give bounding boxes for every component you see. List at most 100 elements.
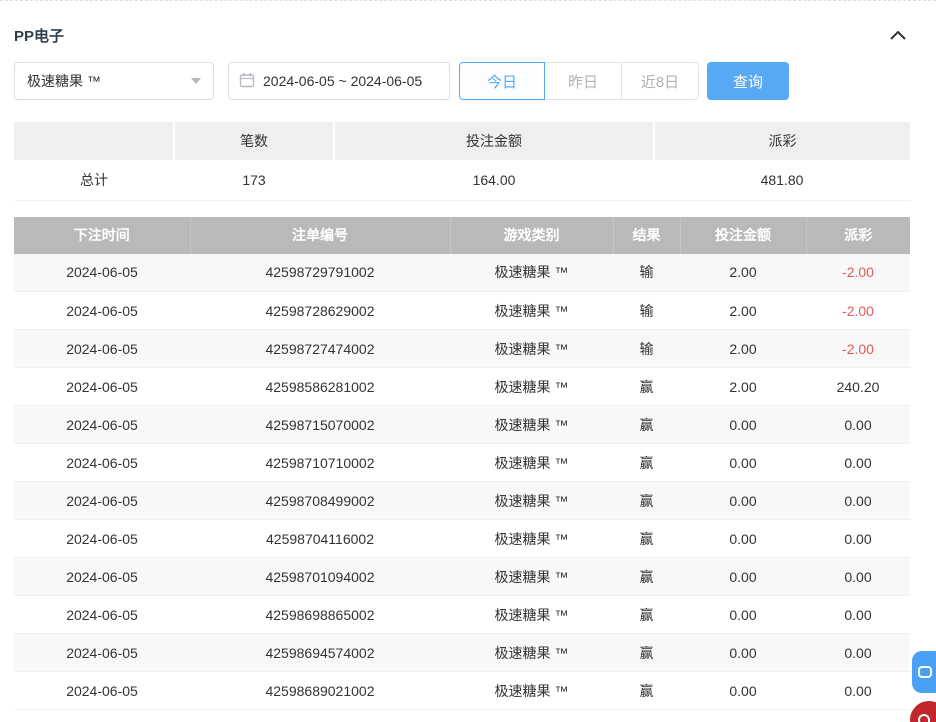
last-8-days-button[interactable]: 近8日: [621, 62, 699, 100]
game-type: 极速糖果 ™: [450, 596, 613, 634]
bet-amount: 0.00: [680, 596, 806, 634]
bet-time: 2024-06-05: [14, 368, 190, 406]
result: 输: [613, 330, 680, 368]
bet-time: 2024-06-05: [14, 596, 190, 634]
bet-amount: 0.00: [680, 520, 806, 558]
table-row: 2024-06-0542598727474002极速糖果 ™输2.00-2.00: [14, 330, 910, 368]
game-type: 极速糖果 ™: [450, 672, 613, 710]
table-row: 2024-06-0542598729791002极速糖果 ™输2.00-2.00: [14, 254, 910, 292]
result: 赢: [613, 520, 680, 558]
bet-time: 2024-06-05: [14, 254, 190, 292]
table-row: 2024-06-0542598701094002极速糖果 ™赢0.000.00: [14, 558, 910, 596]
bet-amount: 0.00: [680, 444, 806, 482]
table-row: 2024-06-0542598704116002极速糖果 ™赢0.000.00: [14, 520, 910, 558]
summary-total-count: 173: [174, 160, 334, 200]
bet-amount: 0.00: [680, 482, 806, 520]
order-id: 42598715070002: [190, 406, 450, 444]
col-header-order-id: 注单编号: [190, 217, 450, 254]
filter-bar: 极速糖果 ™ 2024-06-05 ~ 2024-06-05 今日 昨日 近8日…: [14, 62, 910, 100]
game-type: 极速糖果 ™: [450, 330, 613, 368]
result: 赢: [613, 368, 680, 406]
payout: 0.00: [806, 596, 910, 634]
bet-time: 2024-06-05: [14, 482, 190, 520]
order-id: 42598689021002: [190, 672, 450, 710]
result: 赢: [613, 634, 680, 672]
summary-total-row: 总计 173 164.00 481.80: [14, 160, 910, 200]
chat-bubble-icon: [918, 666, 932, 678]
yesterday-button[interactable]: 昨日: [544, 62, 622, 100]
today-button[interactable]: 今日: [459, 62, 545, 100]
game-type: 极速糖果 ™: [450, 558, 613, 596]
bet-time: 2024-06-05: [14, 330, 190, 368]
col-header-game-type: 游戏类别: [450, 217, 613, 254]
game-type: 极速糖果 ™: [450, 482, 613, 520]
table-body: 2024-06-0542598729791002极速糖果 ™输2.00-2.00…: [14, 254, 910, 710]
col-header-result: 结果: [613, 217, 680, 254]
table-row: 2024-06-0542598728629002极速糖果 ™输2.00-2.00: [14, 292, 910, 330]
payout: 0.00: [806, 520, 910, 558]
chevron-down-icon: [191, 78, 201, 84]
result: 赢: [613, 406, 680, 444]
game-select-value: 极速糖果 ™: [27, 71, 101, 91]
payout: -2.00: [806, 292, 910, 330]
bet-amount: 0.00: [680, 406, 806, 444]
date-range-value: 2024-06-05 ~ 2024-06-05: [263, 73, 422, 89]
table-header-row: 下注时间 注单编号 游戏类别 结果 投注金额 派彩: [14, 217, 910, 254]
payout: 0.00: [806, 444, 910, 482]
order-id: 42598586281002: [190, 368, 450, 406]
payout: -2.00: [806, 254, 910, 292]
date-range-input[interactable]: 2024-06-05 ~ 2024-06-05: [228, 62, 450, 100]
summary-header-payout: 派彩: [654, 122, 910, 160]
result: 输: [613, 254, 680, 292]
bet-amount: 0.00: [680, 558, 806, 596]
bet-amount: 2.00: [680, 292, 806, 330]
service-logo-icon: [918, 714, 930, 722]
order-id: 42598710710002: [190, 444, 450, 482]
floating-chat-button[interactable]: [912, 651, 936, 693]
order-id: 42598701094002: [190, 558, 450, 596]
content: PP电子 极速糖果 ™ 2024-06-05 ~ 2024-06-05 今日 昨…: [14, 1, 910, 710]
result: 赢: [613, 596, 680, 634]
summary-header-row: 笔数 投注金额 派彩: [14, 122, 910, 160]
game-type: 极速糖果 ™: [450, 292, 613, 330]
summary-table: 笔数 投注金额 派彩 总计 173 164.00 481.80: [14, 122, 910, 201]
order-id: 42598708499002: [190, 482, 450, 520]
payout: 240.20: [806, 368, 910, 406]
bet-time: 2024-06-05: [14, 444, 190, 482]
page-title: PP电子: [14, 25, 64, 46]
order-id: 42598694574002: [190, 634, 450, 672]
bet-time: 2024-06-05: [14, 672, 190, 710]
bet-amount: 2.00: [680, 254, 806, 292]
game-select[interactable]: 极速糖果 ™: [14, 62, 214, 100]
table-row: 2024-06-0542598715070002极速糖果 ™赢0.000.00: [14, 406, 910, 444]
bet-time: 2024-06-05: [14, 558, 190, 596]
col-header-payout: 派彩: [806, 217, 910, 254]
result: 赢: [613, 444, 680, 482]
summary-header-blank: [14, 122, 174, 160]
calendar-icon: [239, 72, 255, 91]
game-type: 极速糖果 ™: [450, 634, 613, 672]
payout: -2.00: [806, 330, 910, 368]
bet-amount: 2.00: [680, 330, 806, 368]
query-button[interactable]: 查询: [707, 62, 789, 100]
game-type: 极速糖果 ™: [450, 406, 613, 444]
result: 赢: [613, 672, 680, 710]
result: 赢: [613, 482, 680, 520]
payout: 0.00: [806, 672, 910, 710]
order-id: 42598728629002: [190, 292, 450, 330]
collapse-chevron-up-icon[interactable]: [886, 27, 910, 44]
bet-time: 2024-06-05: [14, 634, 190, 672]
game-type: 极速糖果 ™: [450, 444, 613, 482]
floating-service-button[interactable]: [908, 699, 936, 722]
bet-records-table: 下注时间 注单编号 游戏类别 结果 投注金额 派彩 2024-06-054259…: [14, 217, 910, 711]
bet-amount: 2.00: [680, 368, 806, 406]
table-row: 2024-06-0542598586281002极速糖果 ™赢2.00240.2…: [14, 368, 910, 406]
summary-total-bet-amount: 164.00: [334, 160, 654, 200]
bet-time: 2024-06-05: [14, 520, 190, 558]
table-row: 2024-06-0542598698865002极速糖果 ™赢0.000.00: [14, 596, 910, 634]
table-row: 2024-06-0542598708499002极速糖果 ™赢0.000.00: [14, 482, 910, 520]
summary-total-label: 总计: [14, 160, 174, 200]
game-type: 极速糖果 ™: [450, 520, 613, 558]
order-id: 42598729791002: [190, 254, 450, 292]
table-row: 2024-06-0542598694574002极速糖果 ™赢0.000.00: [14, 634, 910, 672]
